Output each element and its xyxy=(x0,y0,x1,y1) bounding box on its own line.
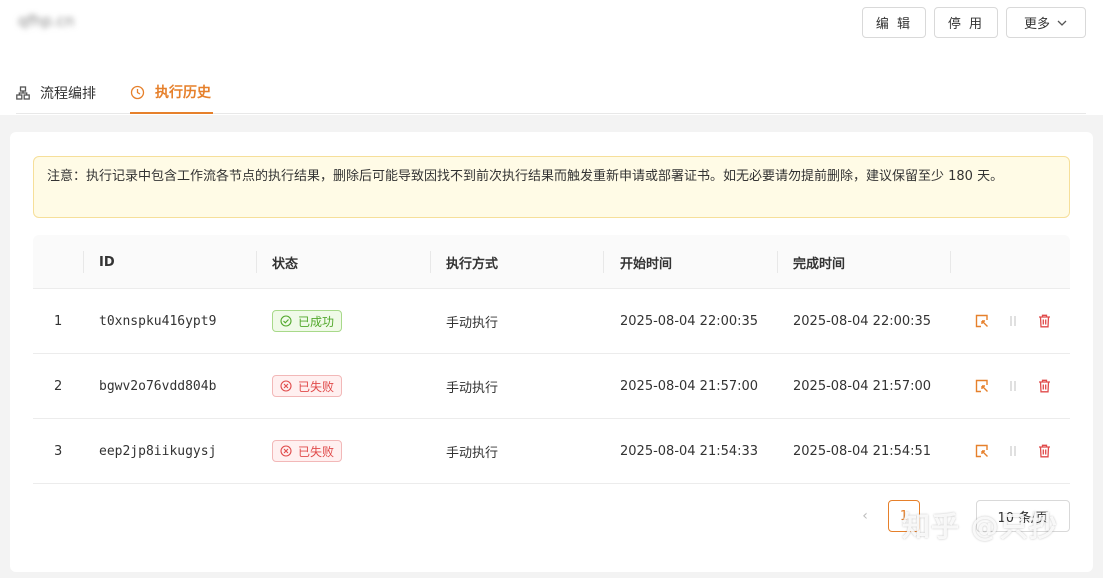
trash-icon xyxy=(1038,444,1050,458)
delete-button[interactable] xyxy=(1034,289,1054,353)
tab-flow-label: 流程编排 xyxy=(40,86,96,102)
exec-mode: 手动执行 xyxy=(446,380,499,396)
table-header: ID 状态 执行方式 开始时间 完成时间 xyxy=(33,235,1070,289)
flow-icon xyxy=(16,86,30,100)
column-header-mode: 执行方式 xyxy=(446,256,499,272)
exec-mode: 手动执行 xyxy=(446,445,499,461)
column-divider xyxy=(777,251,778,273)
pause-icon xyxy=(1010,316,1016,326)
watermark: 知乎 @只抄 xyxy=(902,510,1058,543)
column-divider xyxy=(430,251,431,273)
run-id: bgwv2o76vdd804b xyxy=(99,378,217,394)
tab-history[interactable]: 执行历史 xyxy=(130,72,213,114)
column-divider xyxy=(83,251,84,273)
tab-bar: 流程编排 执行历史 xyxy=(16,72,1086,114)
history-icon xyxy=(130,85,145,99)
pause-button[interactable] xyxy=(1003,354,1023,418)
top-bar: qfhp.cn 编 辑 停 用 更多 流程编排 执行历史 xyxy=(0,0,1103,115)
row-index: 3 xyxy=(54,443,63,459)
column-divider xyxy=(256,251,257,273)
pause-button[interactable] xyxy=(1003,289,1023,353)
view-detail-button[interactable] xyxy=(972,419,992,483)
view-detail-icon xyxy=(975,444,988,458)
run-id: eep2jp8iikugysj xyxy=(99,443,217,459)
status-badge: 已失败 xyxy=(272,440,343,462)
column-divider xyxy=(950,251,951,273)
status-badge: 已失败 xyxy=(272,375,343,397)
tab-history-label: 执行历史 xyxy=(155,85,211,101)
status-badge: 已成功 xyxy=(272,310,343,332)
chevron-down-icon xyxy=(1057,20,1067,26)
column-divider xyxy=(603,251,604,273)
view-detail-icon xyxy=(975,379,988,393)
workflow-title: qfhp.cn xyxy=(18,12,75,30)
end-time: 2025-08-04 21:57:00 xyxy=(793,378,932,394)
run-id: t0xnspku416ypt9 xyxy=(99,313,217,329)
status-label: 已失败 xyxy=(298,444,335,459)
pause-button[interactable] xyxy=(1003,419,1023,483)
table-row: 1 t0xnspku416ypt9 已成功 手动执行 2025-08-04 22… xyxy=(33,289,1070,354)
column-header-status: 状态 xyxy=(272,256,299,272)
column-header-id: ID xyxy=(99,254,115,270)
check-circle-icon xyxy=(280,315,292,327)
exec-mode: 手动执行 xyxy=(446,315,499,331)
start-time: 2025-08-04 21:57:00 xyxy=(620,378,759,394)
notice-banner: 注意：执行记录中包含工作流各节点的执行结果，删除后可能导致因找不到前次执行结果而… xyxy=(33,156,1070,218)
trash-icon xyxy=(1038,314,1050,328)
delete-button[interactable] xyxy=(1034,354,1054,418)
pause-icon xyxy=(1010,381,1016,391)
disable-button[interactable]: 停 用 xyxy=(934,7,998,38)
view-detail-button[interactable] xyxy=(972,289,992,353)
table-row: 2 bgwv2o76vdd804b 已失败 手动执行 2025-08-04 21… xyxy=(33,354,1070,419)
row-index: 1 xyxy=(54,313,63,329)
close-circle-icon xyxy=(280,380,292,392)
delete-button[interactable] xyxy=(1034,419,1054,483)
edit-button[interactable]: 编 辑 xyxy=(862,7,926,38)
end-time: 2025-08-04 22:00:35 xyxy=(793,313,932,329)
pause-icon xyxy=(1010,446,1016,456)
more-button-label: 更多 xyxy=(1023,17,1050,32)
view-detail-icon xyxy=(975,314,988,328)
more-button[interactable]: 更多 xyxy=(1006,7,1086,38)
end-time: 2025-08-04 21:54:51 xyxy=(793,443,932,459)
trash-icon xyxy=(1038,379,1050,393)
status-cell: 已失败 xyxy=(272,419,343,483)
status-cell: 已成功 xyxy=(272,289,343,353)
tab-flow[interactable]: 流程编排 xyxy=(16,72,96,114)
start-time: 2025-08-04 21:54:33 xyxy=(620,443,759,459)
view-detail-button[interactable] xyxy=(972,354,992,418)
close-circle-icon xyxy=(280,445,292,457)
start-time: 2025-08-04 22:00:35 xyxy=(620,313,759,329)
status-label: 已成功 xyxy=(298,314,335,329)
row-index: 2 xyxy=(54,378,63,394)
status-label: 已失败 xyxy=(298,379,335,394)
prev-page-button[interactable]: ‹ xyxy=(853,500,877,532)
table-row: 3 eep2jp8iikugysj 已失败 手动执行 2025-08-04 21… xyxy=(33,419,1070,484)
column-header-end: 完成时间 xyxy=(793,256,846,272)
column-header-start: 开始时间 xyxy=(620,256,673,272)
status-cell: 已失败 xyxy=(272,354,343,418)
